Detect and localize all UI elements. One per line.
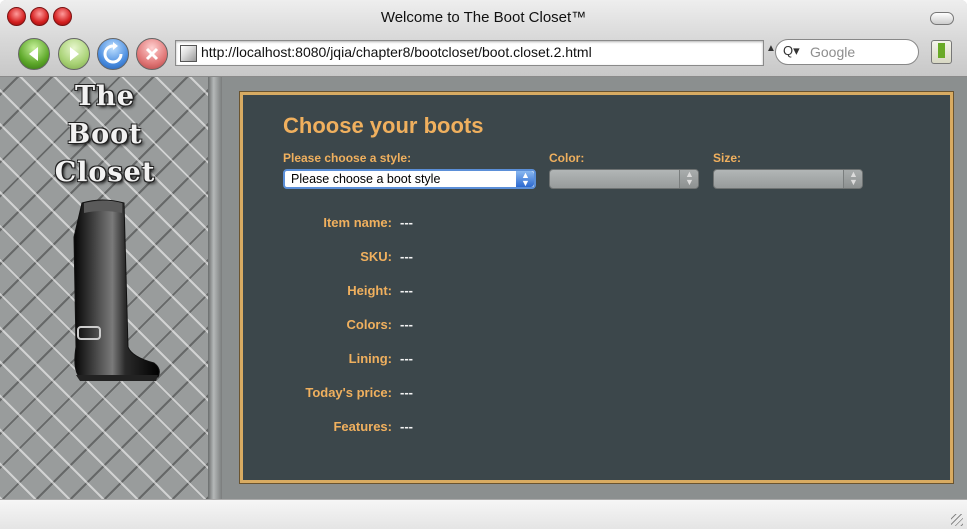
color-select[interactable]: ▲ ▼ (549, 169, 699, 189)
forward-arrow-icon (70, 47, 79, 61)
page-content: The Boot Closet Choose your boots Please… (0, 77, 967, 499)
page-title: Choose your boots (283, 113, 484, 138)
detail-row-lining: Lining: --- (243, 351, 950, 371)
detail-label: Colors: (346, 317, 393, 332)
color-label: Color: (549, 151, 585, 165)
style-select-value: Please choose a boot style (291, 172, 441, 186)
search-field[interactable]: Q▾ Google (775, 39, 919, 65)
detail-value: --- (400, 215, 413, 230)
detail-row-price: Today's price: --- (243, 385, 950, 405)
address-url: http://localhost:8080/jqia/chapter8/boot… (201, 44, 592, 60)
stop-button[interactable] (136, 38, 168, 70)
logo-line-closet: Closet (54, 157, 156, 188)
sidebar: The Boot Closet (0, 77, 208, 499)
detail-value: --- (400, 385, 413, 400)
logo-line-the: The (75, 81, 135, 112)
sidebar-divider (208, 77, 222, 499)
reload-button[interactable] (97, 38, 129, 70)
address-bar[interactable]: http://localhost:8080/jqia/chapter8/boot… (175, 40, 764, 66)
detail-label: Features: (333, 419, 392, 434)
select-arrows-icon: ▲ ▼ (679, 170, 698, 188)
detail-value: --- (400, 419, 413, 434)
detail-label: Today's price: (305, 385, 392, 400)
bookmark-icon (938, 43, 945, 58)
detail-label: Item name: (323, 215, 392, 230)
back-arrow-icon (29, 47, 38, 61)
reload-icon (103, 42, 123, 64)
boot-image (73, 199, 160, 381)
detail-value: --- (400, 351, 413, 366)
resize-grip-icon[interactable] (951, 514, 963, 526)
back-button[interactable] (18, 38, 50, 70)
bookmark-button[interactable] (931, 40, 952, 64)
boot-chooser-panel: Choose your boots Please choose a style:… (240, 92, 953, 483)
detail-row-item-name: Item name: --- (243, 215, 950, 235)
detail-row-colors: Colors: --- (243, 317, 950, 337)
size-select[interactable]: ▲ ▼ (713, 169, 863, 189)
search-placeholder: Google (810, 44, 856, 60)
detail-label: Lining: (348, 351, 392, 366)
detail-label: SKU: (360, 249, 392, 264)
select-arrows-icon: ▲ ▼ (516, 171, 534, 188)
select-arrows-icon: ▲ ▼ (843, 170, 862, 188)
search-icon: Q▾ (783, 43, 800, 58)
browser-window: Welcome to The Boot Closet™ http://local… (0, 0, 967, 529)
detail-row-features: Features: --- (243, 419, 950, 439)
window-title: Welcome to The Boot Closet™ (380, 9, 587, 26)
detail-value: --- (400, 249, 413, 264)
forward-button[interactable] (58, 38, 90, 70)
toolbar-toggle-button[interactable] (930, 12, 954, 25)
logo-line-boot: Boot (67, 119, 143, 150)
status-bar (0, 499, 967, 529)
stop-icon (145, 47, 159, 61)
style-label: Please choose a style: (283, 151, 412, 165)
style-select[interactable]: Please choose a boot style ▲ ▼ (283, 169, 536, 189)
site-favicon-icon (180, 45, 197, 62)
detail-value: --- (400, 283, 413, 298)
browser-toolbar: Welcome to The Boot Closet™ http://local… (0, 0, 967, 77)
detail-row-height: Height: --- (243, 283, 950, 303)
detail-label: Height: (347, 283, 392, 298)
size-label: Size: (713, 151, 742, 165)
detail-value: --- (400, 317, 413, 332)
detail-row-sku: SKU: --- (243, 249, 950, 269)
